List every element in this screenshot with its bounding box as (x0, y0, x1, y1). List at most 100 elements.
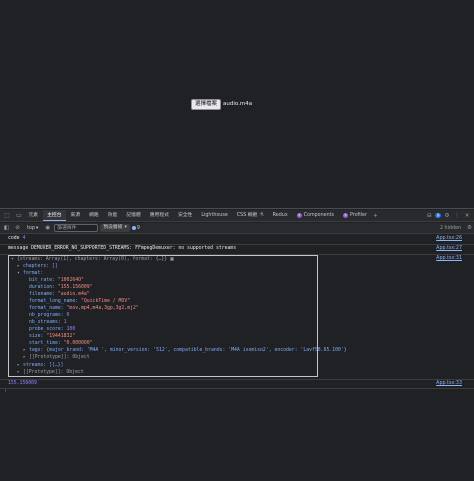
prop-text: format: (23, 271, 44, 276)
issues-count-badge[interactable]: 9 (435, 213, 441, 218)
tab-css-overview[interactable]: CSS 概觀 ⚗ (232, 210, 268, 221)
prop-prototype[interactable]: ▸ [[Prototype]]: Object (23, 354, 90, 362)
console-output: code 4 App.tsx:26 message DEMUXER_ERROR_… (0, 235, 474, 481)
tabbar-right-controls: ⊟ 9 ⚙ ⋮ ✕ (425, 213, 474, 219)
chevron-down-icon: ▾ (35, 225, 39, 231)
tab-sources[interactable]: 來源 (66, 210, 85, 221)
tab-redux[interactable]: Redux (268, 210, 292, 221)
prop-key: format_long_name: (29, 299, 79, 304)
tab-label: Redux (272, 213, 288, 218)
tab-label: 記憶體 (126, 213, 141, 218)
summary-text: {streams: Array(1), chapters: Array(0), … (17, 257, 168, 262)
issues-count: 9 (136, 225, 140, 231)
tab-lighthouse[interactable]: Lighthouse (197, 210, 232, 221)
prop-prototype[interactable]: ▸ [[Prototype]]: Object (17, 369, 84, 377)
tab-console[interactable]: 主控台 (42, 210, 67, 221)
prop-text: streams: [{…}] (23, 363, 64, 368)
context-label: top (27, 225, 35, 231)
prop-value: "mov,mp4,m4a,3gp,3g2,mj2" (66, 306, 139, 311)
tab-label: Lighthouse (201, 213, 228, 218)
issues-counter[interactable]: 9 (131, 225, 140, 231)
source-link[interactable]: App.tsx:31 (436, 255, 462, 263)
console-settings-icon[interactable]: ⚙ (465, 225, 474, 231)
page-viewport: 選擇檔案 audio.m4a (0, 0, 474, 208)
react-icon: ⚛ (296, 213, 302, 218)
tab-label: 效能 (107, 213, 118, 218)
console-log-code: code 4 (8, 235, 25, 243)
prop-key: start_time: (29, 341, 61, 346)
prop-value: "audio.m4a" (57, 292, 90, 297)
tab-label: Profiler (350, 213, 367, 218)
tab-label: 網路 (89, 213, 99, 218)
prop-text: tags: {major_brand: 'M4A ', minor_versio… (29, 348, 347, 353)
prop-key: nb_programs: (29, 313, 64, 318)
info-icon: i (170, 257, 175, 261)
issues-dot-icon (131, 226, 136, 230)
expanded-object[interactable]: ▾ {streams: Array(1), chapters: Array(0),… (8, 255, 347, 377)
context-select[interactable]: top ▾ (24, 226, 41, 231)
console-prompt[interactable]: › (4, 388, 7, 394)
prop-key: filename: (29, 292, 55, 297)
flask-icon: ⚗ (259, 213, 264, 218)
devtools-tabbar: ⬚ ▭ 元素 主控台 來源 網路 效能 記憶體 應用程式 安全性 Lightho… (0, 210, 474, 222)
source-link[interactable]: App.tsx:26 (436, 235, 462, 243)
choose-file-button[interactable]: 選擇檔案 (191, 98, 222, 110)
prop-value: 0 (66, 313, 70, 318)
prop-key: bit_rate: (29, 278, 55, 283)
tab-memory[interactable]: 記憶體 (122, 210, 145, 221)
sidebar-toggle-icon[interactable]: ◧ (2, 225, 11, 231)
log-levels-select[interactable]: 預設層級 ▾ (100, 224, 130, 232)
prop-value: 1 (63, 320, 67, 325)
close-devtools-icon[interactable]: ✕ (463, 213, 471, 219)
file-name-label: audio.m4a (223, 101, 253, 107)
filter-input[interactable] (54, 224, 99, 232)
live-expression-eye-icon[interactable]: ◉ (43, 225, 52, 231)
divider (0, 379, 474, 380)
prop-key: format_name: (29, 306, 64, 311)
source-link[interactable]: App.tsx:33 (436, 380, 462, 388)
tab-performance[interactable]: 效能 (103, 210, 122, 221)
device-toolbar-icon[interactable]: ▭ (14, 211, 24, 221)
tab-components[interactable]: ⚛ Components (292, 210, 338, 221)
tab-label: 主控台 (47, 212, 62, 218)
clear-console-icon[interactable]: ⊘ (13, 225, 22, 231)
hidden-messages-count: 2 hidden (439, 225, 461, 231)
log-key: message (8, 246, 29, 251)
prop-value: "100264O" (57, 278, 84, 283)
log-value: 155.156009 (8, 381, 37, 386)
more-options-icon[interactable]: ⋮ (453, 213, 461, 219)
file-input[interactable]: 選擇檔案 audio.m4a (191, 98, 253, 110)
log-key: code (8, 236, 20, 241)
prop-key: probe_score: (29, 327, 64, 332)
tab-application[interactable]: 應用程式 (145, 210, 173, 221)
prop-key: duration: (29, 285, 55, 290)
devtools-panel: ⬚ ▭ 元素 主控台 來源 網路 效能 記憶體 應用程式 安全性 Lightho… (0, 208, 474, 481)
tab-network[interactable]: 網路 (85, 210, 104, 221)
console-log-duration: 155.156009 (8, 380, 37, 388)
tab-elements[interactable]: 元素 (24, 210, 43, 221)
prop-value: "QuickTime / MOV" (81, 299, 131, 304)
tab-label: Components (303, 213, 335, 218)
log-value: DEMUXER_ERROR_NO_SUPPORTED_STREAMS: FFmp… (31, 246, 237, 251)
levels-label: 預設層級 (103, 225, 123, 230)
log-value: 4 (22, 236, 26, 241)
inspect-element-icon[interactable]: ⬚ (2, 211, 12, 221)
more-tabs-plus-icon[interactable]: + (371, 213, 379, 219)
prop-value: 100 (66, 327, 76, 332)
tab-label: 應用程式 (149, 213, 169, 218)
prop-key: nb_streams: (29, 320, 61, 325)
settings-gear-icon[interactable]: ⚙ (443, 213, 451, 219)
issues-icon[interactable]: ⊟ (425, 213, 433, 219)
divider (0, 388, 474, 389)
source-link[interactable]: App.tsx:27 (436, 245, 462, 253)
console-toolbar: ◧ ⊘ top ▾ ◉ 預設層級 ▾ 9 2 hidden ⚙ (0, 223, 474, 234)
prop-key: size: (29, 334, 44, 339)
tab-label: CSS 概觀 (236, 213, 258, 218)
prop-value: "0.000000" (63, 341, 93, 346)
prop-value: "19441832" (46, 334, 76, 339)
chevron-down-icon: ▾ (124, 225, 127, 230)
tab-profiler[interactable]: ⚛ Profiler (339, 210, 372, 221)
tab-label: 來源 (70, 213, 81, 218)
tab-security[interactable]: 安全性 (173, 210, 196, 221)
react-icon: ⚛ (343, 213, 349, 218)
